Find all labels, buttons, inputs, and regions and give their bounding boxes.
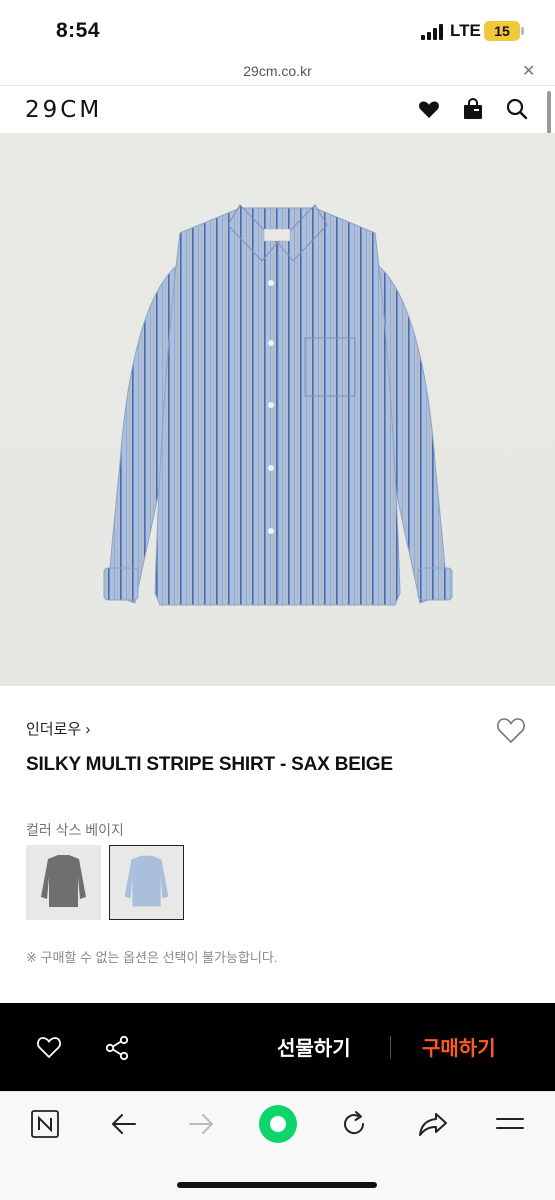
- refresh-icon[interactable]: [340, 1110, 368, 1138]
- home-indicator[interactable]: [177, 1182, 377, 1188]
- brand-link[interactable]: 인더로우 ›: [26, 718, 90, 739]
- site-header: 29CM: [0, 87, 555, 133]
- share-arrow-icon[interactable]: [418, 1110, 448, 1138]
- url-bar[interactable]: 29cm.co.kr ✕: [0, 58, 555, 86]
- grey-shirt-thumbnail: [41, 855, 86, 907]
- green-dot-icon[interactable]: [258, 1104, 298, 1144]
- close-icon[interactable]: ✕: [522, 61, 535, 81]
- color-swatch-grey[interactable]: [26, 845, 101, 920]
- status-time: 8:54: [56, 19, 101, 42]
- sax-shirt-thumbnail: [124, 855, 169, 907]
- forward-arrow-icon[interactable]: [187, 1111, 215, 1137]
- heart-icon[interactable]: [417, 97, 441, 121]
- action-divider: [390, 1036, 391, 1058]
- battery-nub: [521, 27, 524, 35]
- naver-n-icon[interactable]: [31, 1110, 59, 1138]
- heart-icon[interactable]: [36, 1035, 62, 1059]
- network-label: LTE: [450, 21, 481, 40]
- shopping-bag-icon[interactable]: [461, 97, 485, 121]
- buy-button[interactable]: 구매하기: [422, 1032, 496, 1061]
- color-swatch-sax-beige[interactable]: [109, 845, 184, 920]
- status-bar: 8:54 LTE 15: [0, 0, 555, 58]
- color-option-label: 컬러 삭스 베이지: [26, 822, 124, 838]
- share-icon[interactable]: [104, 1035, 130, 1061]
- battery-icon: 15: [484, 21, 520, 41]
- search-icon[interactable]: [505, 97, 529, 121]
- menu-icon[interactable]: [495, 1113, 525, 1135]
- heart-icon[interactable]: [496, 716, 526, 744]
- product-name: SILKY MULTI STRIPE SHIRT - SAX BEIGE: [26, 754, 393, 775]
- signal-icon: [421, 24, 445, 40]
- back-arrow-icon[interactable]: [110, 1111, 138, 1137]
- gift-button[interactable]: 선물하기: [277, 1032, 351, 1061]
- product-image[interactable]: [0, 133, 555, 686]
- shirt-illustration: [103, 204, 453, 606]
- url-text[interactable]: 29cm.co.kr: [0, 63, 555, 79]
- site-logo[interactable]: 29CM: [25, 97, 102, 123]
- option-notice: ※ 구매할 수 없는 옵션은 선택이 불가능합니다.: [26, 950, 278, 965]
